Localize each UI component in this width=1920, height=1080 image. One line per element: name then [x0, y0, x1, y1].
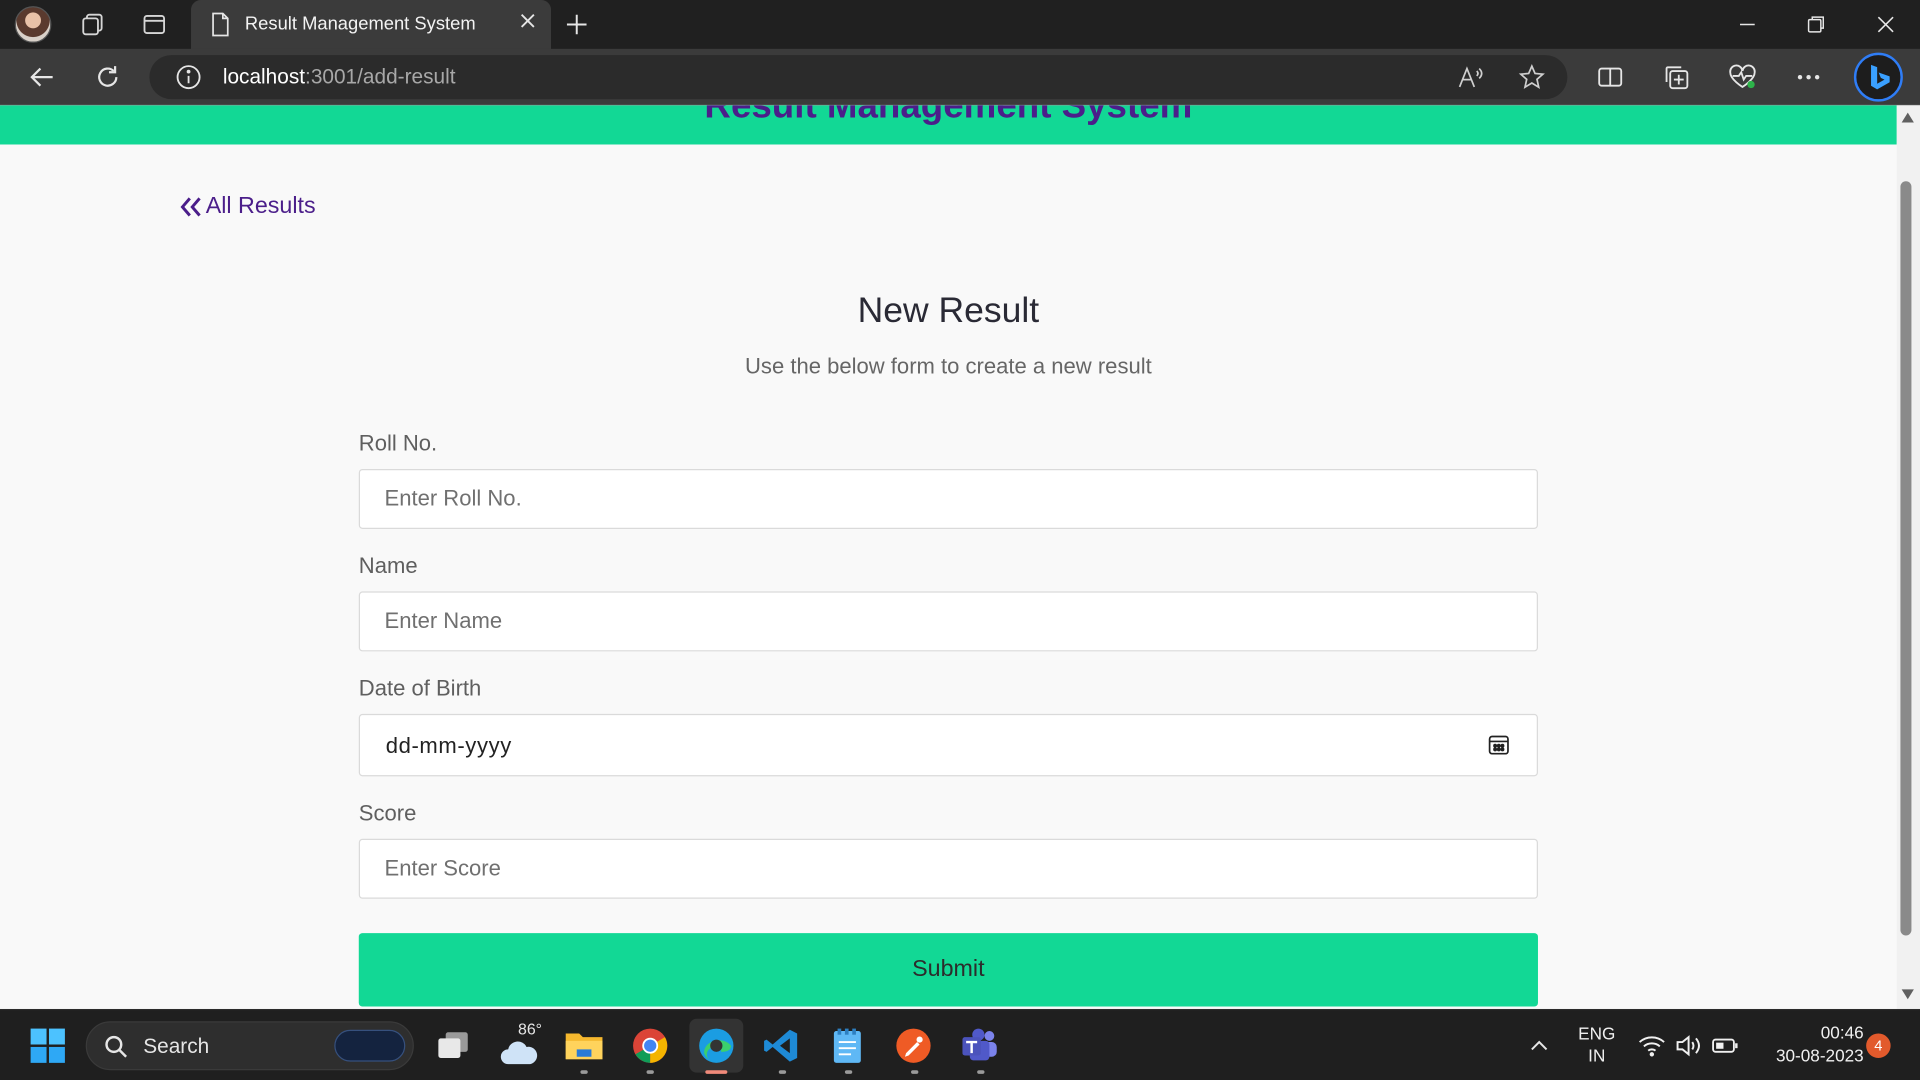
- task-view-icon[interactable]: [429, 1021, 478, 1070]
- search-label: Search: [143, 1034, 210, 1058]
- submit-button[interactable]: Submit: [358, 933, 1538, 1007]
- wifi-icon[interactable]: [1632, 1021, 1671, 1070]
- page-icon: [212, 12, 229, 37]
- tab-title: Result Management System: [244, 13, 476, 35]
- site-info-icon[interactable]: [175, 64, 202, 91]
- language-indicator[interactable]: ENG IN: [1572, 1024, 1621, 1066]
- vscode-icon[interactable]: [757, 1021, 806, 1070]
- window-close-icon[interactable]: [1851, 0, 1920, 49]
- page-viewport: Result Management System All Results New…: [0, 105, 1920, 1009]
- clock[interactable]: 00:46 30-08-2023: [1753, 1022, 1864, 1066]
- running-indicator: [844, 1070, 853, 1074]
- address-bar[interactable]: localhost:3001/add-result: [149, 55, 1568, 100]
- more-options-icon[interactable]: [1789, 58, 1828, 97]
- all-results-label: All Results: [205, 193, 316, 220]
- favorite-star-icon[interactable]: [1518, 63, 1545, 91]
- tab-active[interactable]: Result Management System: [191, 0, 552, 49]
- running-indicator: [911, 1070, 919, 1074]
- back-icon[interactable]: [22, 58, 61, 97]
- teams-icon[interactable]: [955, 1021, 1004, 1070]
- restore-icon[interactable]: [1782, 0, 1851, 49]
- scroll-up-icon[interactable]: [1900, 110, 1915, 125]
- search-highlight-icon: [334, 1029, 406, 1062]
- name-input[interactable]: [358, 591, 1538, 652]
- page-title: New Result: [857, 291, 1040, 331]
- show-hidden-icons-icon[interactable]: [1515, 1021, 1564, 1070]
- double-chevron-left-icon: [180, 197, 201, 217]
- minimize-icon[interactable]: [1713, 0, 1782, 49]
- score-label: Score: [358, 800, 417, 826]
- scrollbar-thumb[interactable]: [1900, 181, 1912, 936]
- running-indicator: [778, 1070, 787, 1074]
- score-input[interactable]: [358, 838, 1538, 899]
- calendar-icon[interactable]: [1488, 733, 1510, 755]
- collections-icon[interactable]: [1657, 58, 1696, 97]
- running-indicator: [646, 1070, 654, 1074]
- split-screen-icon[interactable]: [1591, 58, 1630, 97]
- windows-taskbar: Search 86° ENG IN 00:46 30-08-2023 4: [0, 1008, 1920, 1080]
- browser-title-bar: Result Management System: [0, 0, 1920, 49]
- roll-no-input[interactable]: [358, 468, 1538, 529]
- workspaces-icon[interactable]: [73, 5, 112, 44]
- all-results-link[interactable]: All Results: [179, 193, 316, 220]
- edge-icon[interactable]: [689, 1018, 744, 1073]
- windows-start-icon[interactable]: [23, 1021, 72, 1070]
- site-header: Result Management System: [0, 105, 1897, 145]
- volume-icon[interactable]: [1669, 1021, 1708, 1070]
- read-aloud-icon[interactable]: [1457, 65, 1484, 89]
- scroll-down-icon[interactable]: [1900, 987, 1915, 1002]
- active-indicator: [705, 1070, 728, 1074]
- browser-toolbar: localhost:3001/add-result: [0, 48, 1920, 106]
- tab-actions-icon[interactable]: [135, 5, 174, 44]
- clock-date: 30-08-2023: [1775, 1045, 1864, 1066]
- region-code: IN: [1588, 1045, 1606, 1066]
- roll-no-label: Roll No.: [358, 431, 438, 456]
- refresh-icon[interactable]: [88, 58, 127, 97]
- weather-temperature: 86°: [517, 1020, 543, 1039]
- taskbar-search[interactable]: Search: [85, 1021, 414, 1071]
- copilot-icon[interactable]: [1853, 52, 1903, 102]
- close-tab-icon[interactable]: [519, 12, 536, 29]
- chrome-icon[interactable]: [626, 1021, 675, 1070]
- browser-essentials-icon[interactable]: [1723, 58, 1762, 97]
- dob-placeholder: dd-mm-yyyy: [385, 733, 512, 758]
- url-text: localhost:3001/add-result: [222, 64, 456, 89]
- notification-badge[interactable]: 4: [1866, 1033, 1891, 1058]
- dob-label: Date of Birth: [358, 675, 482, 701]
- running-indicator: [580, 1070, 588, 1074]
- new-tab-icon[interactable]: [557, 5, 596, 44]
- running-indicator: [977, 1070, 985, 1074]
- page-subtitle: Use the below form to create a new resul…: [745, 353, 1152, 379]
- language-code: ENG: [1578, 1023, 1616, 1044]
- file-explorer-icon[interactable]: [560, 1021, 609, 1070]
- search-icon: [105, 1035, 127, 1058]
- postman-icon[interactable]: [889, 1021, 938, 1070]
- clock-time: 00:46: [1820, 1022, 1864, 1043]
- dob-input[interactable]: dd-mm-yyyy: [358, 713, 1538, 777]
- notepad-icon[interactable]: [823, 1021, 872, 1070]
- name-label: Name: [358, 553, 418, 578]
- battery-icon[interactable]: [1706, 1021, 1745, 1070]
- profile-avatar[interactable]: [14, 6, 52, 43]
- site-brand[interactable]: Result Management System: [0, 105, 1897, 127]
